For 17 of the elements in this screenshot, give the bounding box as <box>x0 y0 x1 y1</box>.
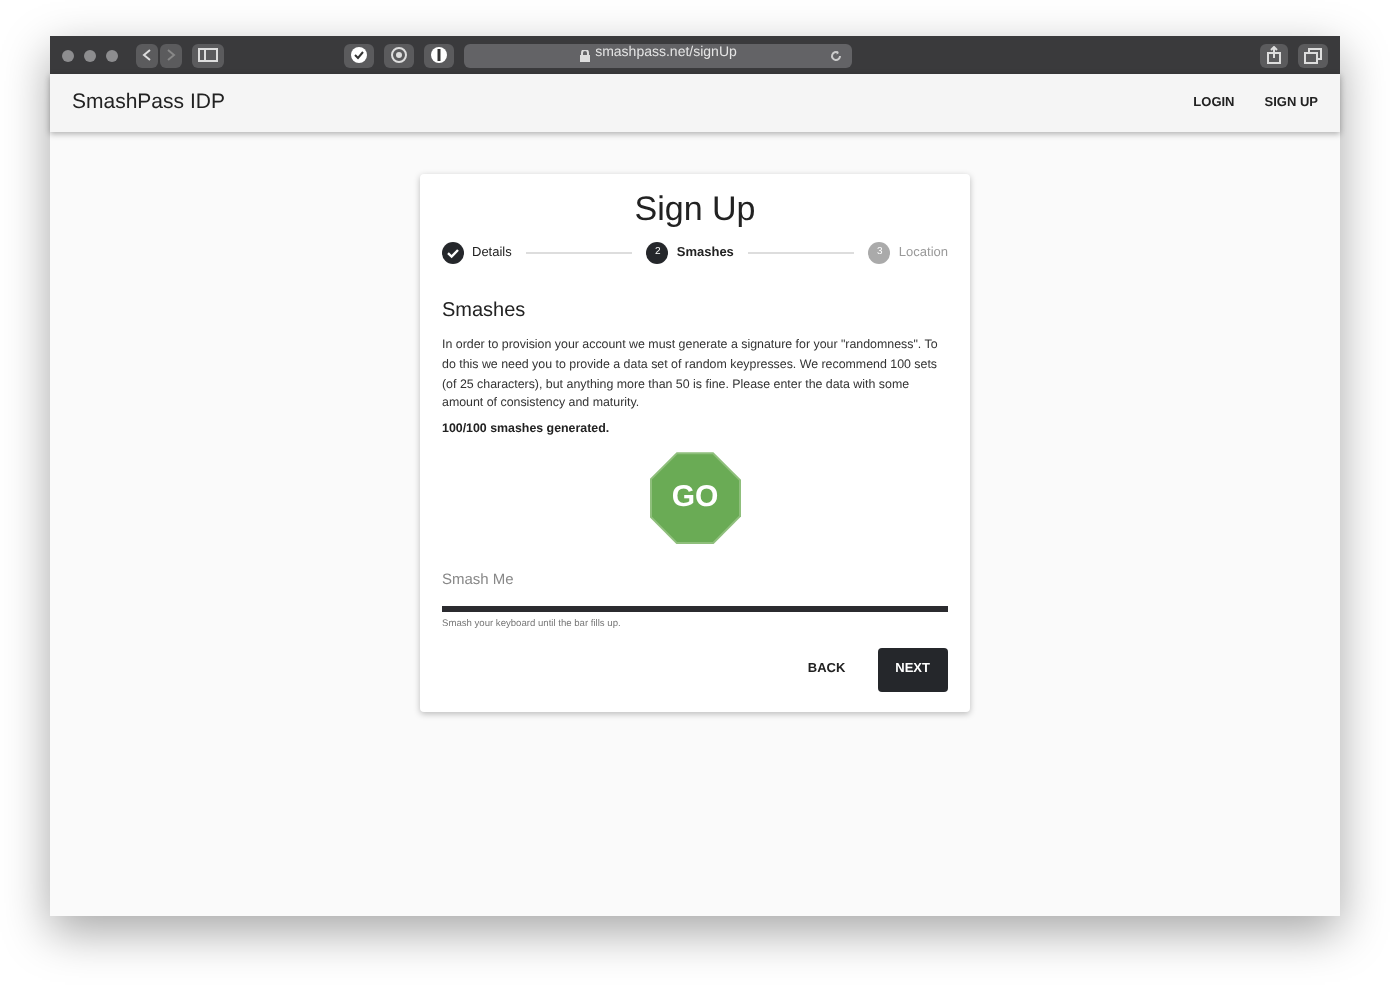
extension-icon[interactable] <box>384 43 414 67</box>
minimize-dot[interactable] <box>84 49 96 61</box>
close-dot[interactable] <box>62 49 74 61</box>
tabs-button[interactable] <box>1298 43 1328 67</box>
check-extension-icon[interactable] <box>344 43 374 67</box>
shield-extension-icon[interactable] <box>424 43 454 67</box>
app-title: SmashPass IDP <box>72 87 225 118</box>
chevron-right-icon <box>166 48 176 62</box>
back-button[interactable] <box>136 43 158 67</box>
sidebar-button[interactable] <box>192 43 224 67</box>
zoom-dot[interactable] <box>106 49 118 61</box>
chevron-left-icon <box>142 48 152 62</box>
card-title: Sign Up <box>632 190 758 231</box>
section-heading: Smashes <box>442 300 528 325</box>
lock-icon <box>579 49 590 61</box>
reload-icon[interactable] <box>830 49 842 61</box>
share-button[interactable] <box>1260 43 1288 67</box>
